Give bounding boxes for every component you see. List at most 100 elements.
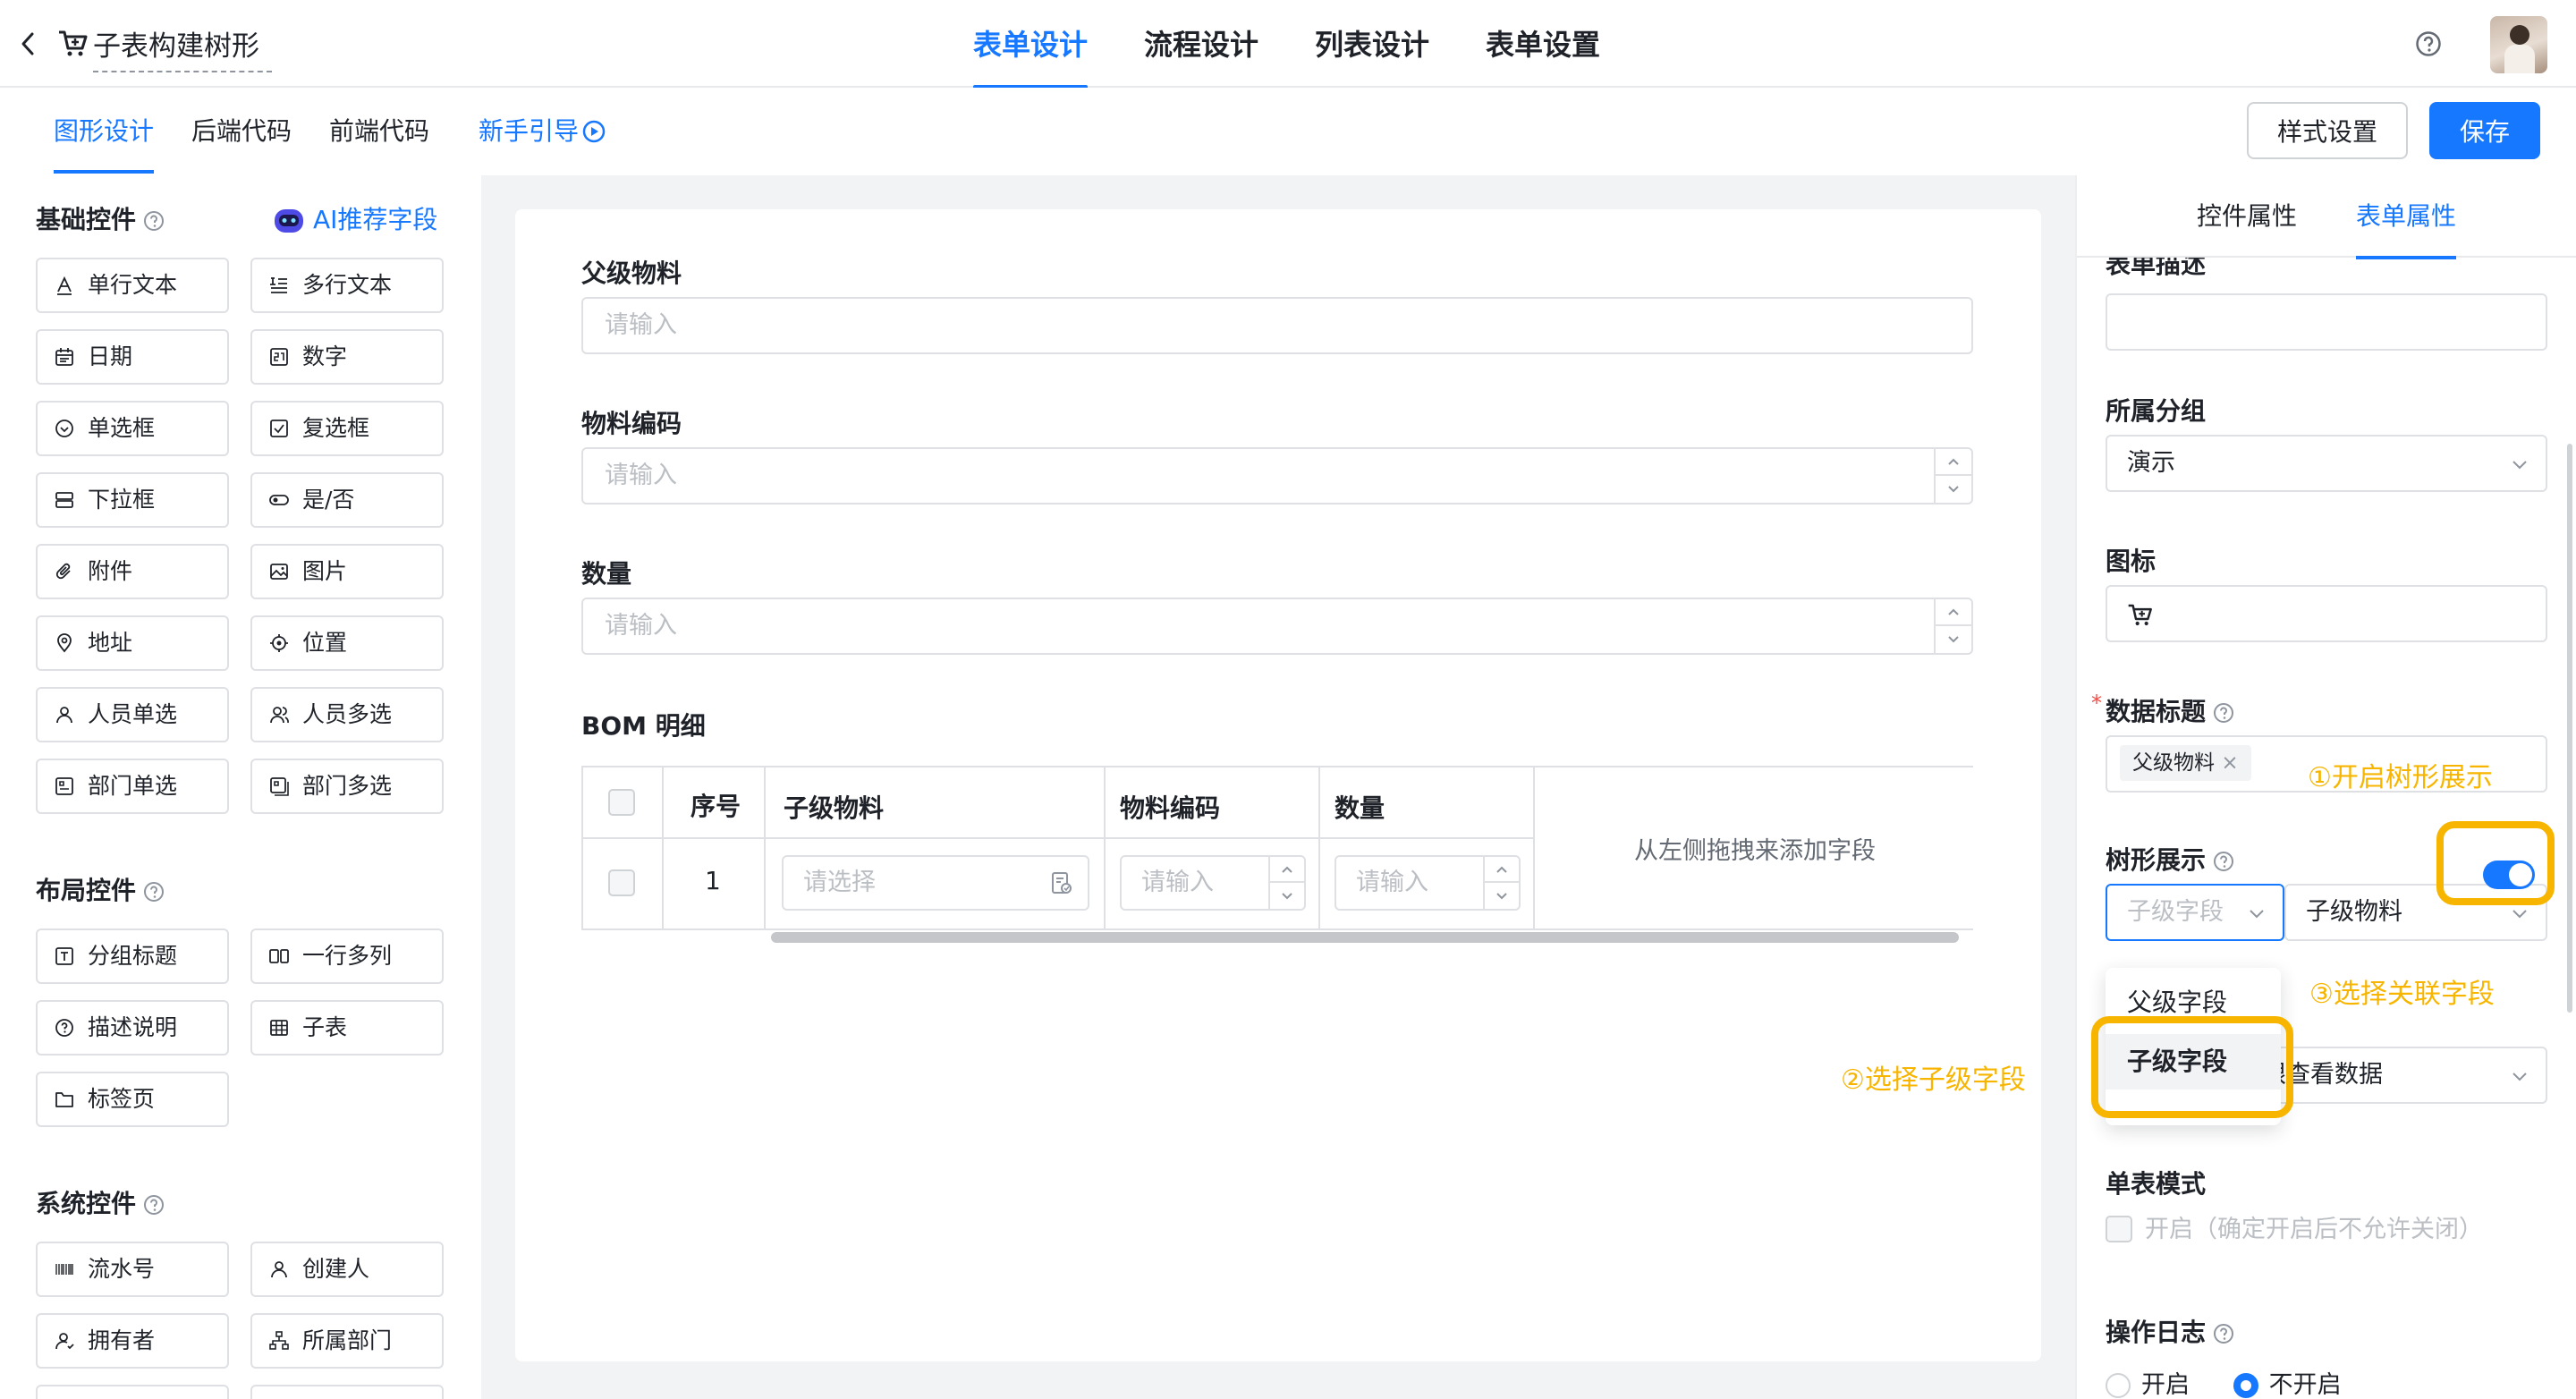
data-title-text: 数据标题 [2106,697,2207,726]
control-tabs[interactable]: 标签页 [36,1072,229,1127]
basic-controls-label: 基础控件 [36,205,137,234]
subtable-code-input[interactable]: 请输入 [1120,855,1306,911]
log-on-label: 开启 [2141,1371,2190,1399]
stepper-down-icon[interactable] [1485,883,1519,909]
control-date[interactable]: 日期 [36,329,229,385]
control-owner-department[interactable]: 所属部门 [250,1313,444,1369]
control-number[interactable]: 数字 [250,329,444,385]
tab-form-properties[interactable]: 表单属性 [2356,175,2457,259]
help-icon[interactable] [2415,30,2442,57]
stepper-up-icon[interactable] [1270,857,1304,883]
stepper-up-icon[interactable] [1485,857,1519,883]
child-material-select[interactable]: 请选择 [782,855,1089,911]
log-off-radio[interactable] [2233,1373,2258,1398]
tag-label: 父级物料 [2132,751,2215,775]
control-user-multi[interactable]: 人员多选 [250,687,444,742]
stepper-down-icon[interactable] [1936,626,1971,653]
avatar[interactable] [2490,16,2547,73]
tab-graphic-design[interactable]: 图形设计 [54,88,155,175]
help-icon[interactable] [143,210,165,232]
data-title-label: * 数据标题 [2091,691,2234,728]
col-header-material-code: 物料编码 [1120,793,1221,823]
icon-picker[interactable] [2106,585,2547,642]
single-mode-option[interactable]: 开启（确定开启后不允许关闭） [2106,1209,2483,1244]
stepper-up-icon[interactable] [1936,449,1971,476]
control-group-title[interactable]: 分组标题 [36,928,229,984]
vertical-scrollbar[interactable] [2567,444,2572,1013]
help-icon[interactable] [143,881,165,903]
tab-backend-code[interactable]: 后端代码 [191,88,292,175]
control-image[interactable]: 图片 [250,544,444,599]
tab-frontend-code[interactable]: 前端代码 [329,88,429,175]
ai-recommend-link[interactable]: AI推荐字段 [272,200,437,236]
control-more[interactable] [250,1385,444,1399]
control-owner[interactable]: 拥有者 [36,1313,229,1369]
control-dept-multi[interactable]: 部门多选 [250,759,444,814]
number-stepper[interactable] [1268,857,1304,909]
control-attachment[interactable]: 附件 [36,544,229,599]
log-on-radio[interactable] [2106,1373,2131,1398]
table-icon [270,1020,288,1036]
number-stepper[interactable] [1934,449,1971,503]
control-single-text[interactable]: 单行文本 [36,258,229,313]
material-code-input[interactable]: 请输入 [581,447,1973,504]
number-stepper[interactable] [1483,857,1519,909]
control-dept-single[interactable]: 部门单选 [36,759,229,814]
back-arrow-icon[interactable] [16,29,41,59]
control-label: 复选框 [302,415,370,441]
help-icon[interactable] [2213,851,2234,872]
control-checkbox[interactable]: 复选框 [250,401,444,456]
single-mode-label: 单表模式 [2106,1169,2207,1199]
quantity-placeholder: 请输入 [605,612,677,640]
control-subtable[interactable]: 子表 [250,1000,444,1056]
control-location[interactable]: 位置 [250,615,444,671]
control-address[interactable]: 地址 [36,615,229,671]
subtable-quantity-input[interactable]: 请输入 [1335,855,1521,911]
field-label-material-code: 物料编码 [581,409,682,438]
stepper-down-icon[interactable] [1936,476,1971,503]
control-description[interactable]: 描述说明 [36,1000,229,1056]
controls-panel: 基础控件 AI推荐字段 单行文本 多行文本 日期 数字 单选框 复选框 下拉框 … [0,175,481,1399]
control-creator[interactable]: 创建人 [250,1242,444,1297]
parent-material-input[interactable]: 请输入 [581,297,1973,354]
stepper-up-icon[interactable] [1936,599,1971,626]
control-label: 地址 [88,630,133,656]
control-serial-number[interactable]: 流水号 [36,1242,229,1297]
number-stepper[interactable] [1934,599,1971,653]
app-title[interactable]: 子表构建树形 [93,23,272,72]
row-checkbox[interactable] [608,869,635,896]
highlight-tree-toggle [2436,821,2555,905]
quantity-input[interactable]: 请输入 [581,598,1973,655]
child-field-select[interactable]: 子级字段 [2106,884,2284,941]
single-mode-checkbox[interactable] [2106,1216,2132,1242]
tab-control-properties[interactable]: 控件属性 [2197,175,2297,258]
control-multi-text[interactable]: 多行文本 [250,258,444,313]
form-description-input[interactable] [2106,293,2547,351]
control-label: 附件 [88,558,133,584]
horizontal-scrollbar[interactable] [771,932,1959,943]
guide-link[interactable]: 新手引导 [479,88,606,175]
tag-close-icon[interactable]: × [2221,751,2238,775]
control-select[interactable]: 下拉框 [36,472,229,528]
tab-list-design[interactable]: 列表设计 [1315,0,1429,88]
help-icon[interactable] [2213,702,2234,724]
help-icon[interactable] [2213,1323,2234,1344]
control-label: 流水号 [88,1256,156,1282]
tab-form-design[interactable]: 表单设计 [973,0,1089,89]
save-button[interactable]: 保存 [2429,102,2540,159]
style-settings-button[interactable]: 样式设置 [2247,102,2408,159]
group-select[interactable]: 演示 [2106,435,2547,492]
tab-form-settings[interactable]: 表单设置 [1486,0,1600,88]
stepper-down-icon[interactable] [1270,883,1304,909]
select-all-checkbox[interactable] [608,789,635,816]
control-radio[interactable]: 单选框 [36,401,229,456]
control-more[interactable] [36,1385,229,1399]
control-user-single[interactable]: 人员单选 [36,687,229,742]
row-index: 1 [705,866,721,895]
tab-flow-design[interactable]: 流程设计 [1144,0,1258,88]
dropdown-list-icon [55,492,73,508]
help-icon[interactable] [143,1194,165,1216]
control-yes-no[interactable]: 是/否 [250,472,444,528]
drop-zone-hint[interactable]: 从左侧拖拽来添加字段 [1535,767,1975,928]
control-multi-column[interactable]: 一行多列 [250,928,444,984]
